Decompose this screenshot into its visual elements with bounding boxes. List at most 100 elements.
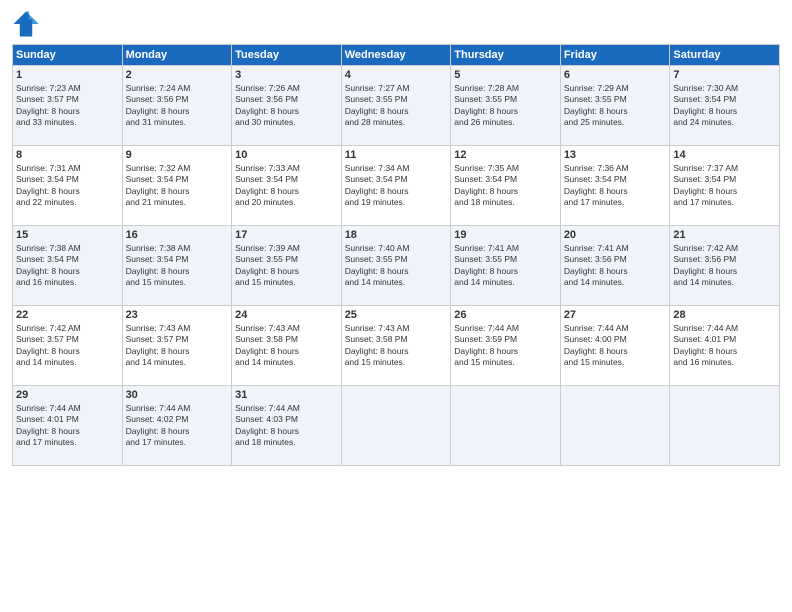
day-number: 25 — [345, 309, 448, 321]
day-info: Sunrise: 7:32 AM Sunset: 3:54 PM Dayligh… — [126, 163, 229, 209]
day-info: Sunrise: 7:38 AM Sunset: 3:54 PM Dayligh… — [126, 243, 229, 289]
day-cell: 6 Sunrise: 7:29 AM Sunset: 3:55 PM Daylig… — [560, 66, 670, 146]
day-number: 10 — [235, 149, 338, 161]
day-info: Sunrise: 7:44 AM Sunset: 4:01 PM Dayligh… — [673, 323, 776, 369]
day-cell: 17 Sunrise: 7:39 AM Sunset: 3:55 PM Dayli… — [232, 226, 342, 306]
day-number: 15 — [16, 229, 119, 241]
day-info: Sunrise: 7:42 AM Sunset: 3:57 PM Dayligh… — [16, 323, 119, 369]
day-number: 9 — [126, 149, 229, 161]
day-info: Sunrise: 7:44 AM Sunset: 4:00 PM Dayligh… — [564, 323, 667, 369]
day-info: Sunrise: 7:33 AM Sunset: 3:54 PM Dayligh… — [235, 163, 338, 209]
day-cell: 13 Sunrise: 7:36 AM Sunset: 3:54 PM Dayli… — [560, 146, 670, 226]
day-cell: 1 Sunrise: 7:23 AM Sunset: 3:57 PM Daylig… — [13, 66, 123, 146]
day-number: 13 — [564, 149, 667, 161]
day-info: Sunrise: 7:39 AM Sunset: 3:55 PM Dayligh… — [235, 243, 338, 289]
day-info: Sunrise: 7:31 AM Sunset: 3:54 PM Dayligh… — [16, 163, 119, 209]
header-cell-saturday: Saturday — [670, 45, 780, 66]
day-cell: 30Sunrise: 7:44 AM Sunset: 4:02 PM Dayli… — [122, 386, 232, 466]
day-number: 29 — [16, 389, 119, 401]
day-info: Sunrise: 7:43 AM Sunset: 3:58 PM Dayligh… — [345, 323, 448, 369]
day-cell: 21Sunrise: 7:42 AM Sunset: 3:56 PM Dayli… — [670, 226, 780, 306]
day-info: Sunrise: 7:28 AM Sunset: 3:55 PM Dayligh… — [454, 83, 557, 129]
day-cell: 11Sunrise: 7:34 AM Sunset: 3:54 PM Dayli… — [341, 146, 451, 226]
day-info: Sunrise: 7:36 AM Sunset: 3:54 PM Dayligh… — [564, 163, 667, 209]
week-row-2: 8 Sunrise: 7:31 AM Sunset: 3:54 PM Daylig… — [13, 146, 780, 226]
day-number: 18 — [345, 229, 448, 241]
day-info: Sunrise: 7:26 AM Sunset: 3:56 PM Dayligh… — [235, 83, 338, 129]
day-cell: 20Sunrise: 7:41 AM Sunset: 3:56 PM Dayli… — [560, 226, 670, 306]
day-info: Sunrise: 7:44 AM Sunset: 4:02 PM Dayligh… — [126, 403, 229, 449]
day-number: 19 — [454, 229, 557, 241]
day-info: Sunrise: 7:35 AM Sunset: 3:54 PM Dayligh… — [454, 163, 557, 209]
logo-icon — [12, 10, 40, 38]
day-number: 31 — [235, 389, 338, 401]
day-cell: 9 Sunrise: 7:32 AM Sunset: 3:54 PM Daylig… — [122, 146, 232, 226]
day-number: 23 — [126, 309, 229, 321]
day-cell: 31 Sunrise: 7:44 AM Sunset: 4:03 PM Dayli… — [232, 386, 342, 466]
day-info: Sunrise: 7:30 AM Sunset: 3:54 PM Dayligh… — [673, 83, 776, 129]
day-cell: 10 Sunrise: 7:33 AM Sunset: 3:54 PM Dayli… — [232, 146, 342, 226]
day-cell: 15 Sunrise: 7:38 AM Sunset: 3:54 PM Dayli… — [13, 226, 123, 306]
day-number: 14 — [673, 149, 776, 161]
day-cell: 14 Sunrise: 7:37 AM Sunset: 3:54 PM Dayli… — [670, 146, 780, 226]
day-number: 17 — [235, 229, 338, 241]
day-cell: 7 Sunrise: 7:30 AM Sunset: 3:54 PM Daylig… — [670, 66, 780, 146]
day-cell: 26 Sunrise: 7:44 AM Sunset: 3:59 PM Dayli… — [451, 306, 561, 386]
day-info: Sunrise: 7:40 AM Sunset: 3:55 PM Dayligh… — [345, 243, 448, 289]
day-number: 2 — [126, 69, 229, 81]
header-row: SundayMondayTuesdayWednesdayThursdayFrid… — [13, 45, 780, 66]
day-number: 26 — [454, 309, 557, 321]
week-row-4: 22 Sunrise: 7:42 AM Sunset: 3:57 PM Dayli… — [13, 306, 780, 386]
day-cell: 12Sunrise: 7:35 AM Sunset: 3:54 PM Dayli… — [451, 146, 561, 226]
day-cell: 27Sunrise: 7:44 AM Sunset: 4:00 PM Dayli… — [560, 306, 670, 386]
calendar-table: SundayMondayTuesdayWednesdayThursdayFrid… — [12, 44, 780, 466]
day-number: 28 — [673, 309, 776, 321]
day-info: Sunrise: 7:23 AM Sunset: 3:57 PM Dayligh… — [16, 83, 119, 129]
day-info: Sunrise: 7:42 AM Sunset: 3:56 PM Dayligh… — [673, 243, 776, 289]
day-number: 20 — [564, 229, 667, 241]
day-cell: 4Sunrise: 7:27 AM Sunset: 3:55 PM Daylig… — [341, 66, 451, 146]
header-cell-tuesday: Tuesday — [232, 45, 342, 66]
day-info: Sunrise: 7:24 AM Sunset: 3:56 PM Dayligh… — [126, 83, 229, 129]
week-row-3: 15 Sunrise: 7:38 AM Sunset: 3:54 PM Dayli… — [13, 226, 780, 306]
header-cell-sunday: Sunday — [13, 45, 123, 66]
day-number: 4 — [345, 69, 448, 81]
day-number: 22 — [16, 309, 119, 321]
day-info: Sunrise: 7:38 AM Sunset: 3:54 PM Dayligh… — [16, 243, 119, 289]
day-number: 8 — [16, 149, 119, 161]
header-cell-thursday: Thursday — [451, 45, 561, 66]
day-info: Sunrise: 7:44 AM Sunset: 4:01 PM Dayligh… — [16, 403, 119, 449]
day-number: 7 — [673, 69, 776, 81]
header-cell-friday: Friday — [560, 45, 670, 66]
day-cell: 25 Sunrise: 7:43 AM Sunset: 3:58 PM Dayli… — [341, 306, 451, 386]
day-cell: 5 Sunrise: 7:28 AM Sunset: 3:55 PM Daylig… — [451, 66, 561, 146]
day-info: Sunrise: 7:44 AM Sunset: 3:59 PM Dayligh… — [454, 323, 557, 369]
day-cell — [341, 386, 451, 466]
day-info: Sunrise: 7:29 AM Sunset: 3:55 PM Dayligh… — [564, 83, 667, 129]
day-cell — [670, 386, 780, 466]
day-info: Sunrise: 7:37 AM Sunset: 3:54 PM Dayligh… — [673, 163, 776, 209]
day-info: Sunrise: 7:41 AM Sunset: 3:55 PM Dayligh… — [454, 243, 557, 289]
day-info: Sunrise: 7:34 AM Sunset: 3:54 PM Dayligh… — [345, 163, 448, 209]
day-number: 16 — [126, 229, 229, 241]
day-info: Sunrise: 7:43 AM Sunset: 3:57 PM Dayligh… — [126, 323, 229, 369]
day-cell: 16 Sunrise: 7:38 AM Sunset: 3:54 PM Dayli… — [122, 226, 232, 306]
day-cell: 2 Sunrise: 7:24 AM Sunset: 3:56 PM Daylig… — [122, 66, 232, 146]
day-cell: 29 Sunrise: 7:44 AM Sunset: 4:01 PM Dayli… — [13, 386, 123, 466]
week-row-1: 1 Sunrise: 7:23 AM Sunset: 3:57 PM Daylig… — [13, 66, 780, 146]
day-number: 1 — [16, 69, 119, 81]
header-cell-wednesday: Wednesday — [341, 45, 451, 66]
day-cell: 28 Sunrise: 7:44 AM Sunset: 4:01 PM Dayli… — [670, 306, 780, 386]
day-number: 6 — [564, 69, 667, 81]
day-number: 3 — [235, 69, 338, 81]
day-cell: 24Sunrise: 7:43 AM Sunset: 3:58 PM Dayli… — [232, 306, 342, 386]
day-cell — [560, 386, 670, 466]
day-number: 5 — [454, 69, 557, 81]
page: SundayMondayTuesdayWednesdayThursdayFrid… — [0, 0, 792, 612]
day-info: Sunrise: 7:44 AM Sunset: 4:03 PM Dayligh… — [235, 403, 338, 449]
day-cell: 3 Sunrise: 7:26 AM Sunset: 3:56 PM Daylig… — [232, 66, 342, 146]
day-cell: 8 Sunrise: 7:31 AM Sunset: 3:54 PM Daylig… — [13, 146, 123, 226]
logo — [12, 10, 44, 38]
day-cell: 22 Sunrise: 7:42 AM Sunset: 3:57 PM Dayli… — [13, 306, 123, 386]
header-cell-monday: Monday — [122, 45, 232, 66]
